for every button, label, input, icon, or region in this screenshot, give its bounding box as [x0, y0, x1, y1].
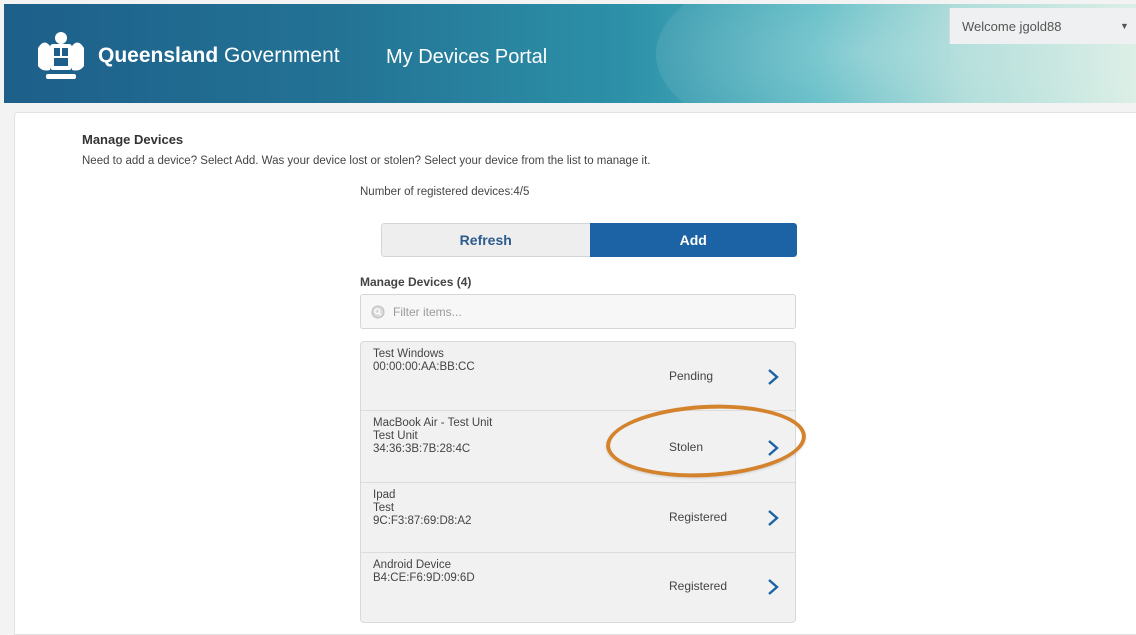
user-menu[interactable]: Welcome jgold88 ▼: [949, 8, 1136, 44]
list-title: Manage Devices (4): [360, 275, 472, 289]
device-status: Registered: [669, 510, 728, 524]
filter-box[interactable]: [360, 294, 796, 329]
page-title: Manage Devices: [82, 132, 184, 147]
device-row[interactable]: Test Windows 00:00:00:AA:BB:CC Pending: [361, 342, 795, 411]
brand-bold: Queensland: [98, 44, 219, 67]
filter-input[interactable]: [391, 303, 775, 320]
device-detail: B4:CE:F6:9D:09:6D: [373, 572, 475, 584]
brand-name: Queensland Government: [98, 44, 340, 68]
device-mac: 9C:F3:87:69:D8:A2: [373, 515, 472, 527]
device-row[interactable]: Ipad Test 9C:F3:87:69:D8:A2 Registered: [361, 483, 795, 553]
chevron-right-icon[interactable]: [765, 577, 781, 597]
device-name: MacBook Air - Test Unit: [373, 417, 493, 429]
device-info: MacBook Air - Test Unit Test Unit 34:36:…: [373, 417, 492, 456]
device-name: Android Device: [373, 559, 451, 571]
device-info: Ipad Test 9C:F3:87:69:D8:A2: [373, 489, 471, 528]
device-detail: 00:00:00:AA:BB:CC: [373, 361, 475, 373]
chevron-right-icon[interactable]: [765, 508, 781, 528]
site-header: Queensland Government My Devices Portal …: [4, 4, 1136, 103]
device-list: Test Windows 00:00:00:AA:BB:CC Pending M…: [360, 341, 796, 623]
add-button[interactable]: Add: [589, 223, 797, 257]
device-name: Test Windows: [373, 348, 444, 360]
portal-title: My Devices Portal: [386, 46, 548, 68]
device-mac: 34:36:3B:7B:28:4C: [373, 443, 471, 455]
refresh-button[interactable]: Refresh: [381, 223, 590, 257]
intro-text: Need to add a device? Select Add. Was yo…: [82, 155, 651, 167]
search-icon: [371, 305, 385, 318]
device-status: Stolen: [669, 440, 704, 454]
chevron-right-icon[interactable]: [765, 367, 781, 387]
queensland-crest-logo[interactable]: [32, 28, 90, 84]
device-name: Ipad: [373, 489, 396, 501]
device-status: Pending: [669, 369, 714, 383]
device-row[interactable]: Android Device B4:CE:F6:9D:09:6D Registe…: [361, 553, 795, 622]
brand-light: Government: [224, 44, 340, 67]
welcome-text: Welcome jgold88: [962, 18, 1062, 34]
device-detail: Test Unit: [373, 430, 418, 442]
registered-device-count: Number of registered devices:4/5: [360, 186, 530, 198]
device-row[interactable]: MacBook Air - Test Unit Test Unit 34:36:…: [361, 411, 795, 483]
caret-down-icon: ▼: [1120, 21, 1129, 31]
device-info: Android Device B4:CE:F6:9D:09:6D: [373, 559, 475, 585]
device-status: Registered: [669, 579, 728, 593]
action-buttons: Refresh Add: [381, 223, 797, 257]
device-info: Test Windows 00:00:00:AA:BB:CC: [373, 348, 475, 374]
device-detail: Test: [373, 502, 395, 514]
chevron-right-icon[interactable]: [765, 438, 781, 458]
